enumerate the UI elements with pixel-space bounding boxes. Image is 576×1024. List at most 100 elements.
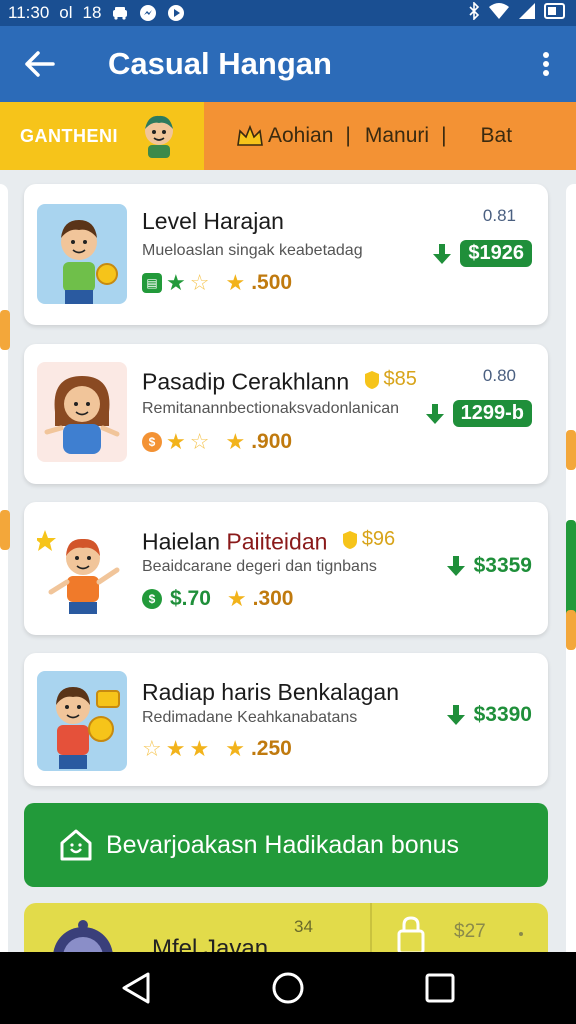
tab-primary-label: GANTHENI [20, 125, 118, 146]
page-title: Casual Hangan [108, 46, 332, 81]
home-circle-icon [272, 972, 304, 1004]
price-value: 1299-b [452, 400, 532, 427]
down-arrow-icon [446, 556, 465, 576]
rating-value: .250 [250, 737, 292, 760]
nav-home-button[interactable] [258, 958, 318, 1018]
card-subtitle: Mueloaslan singak keabetadag [142, 242, 363, 259]
calendar-icon: ▤ [142, 273, 162, 293]
recents-square-icon [425, 973, 455, 1003]
card-title: Pasadip Cerakhlann $85 [142, 368, 417, 396]
price-value: $3390 [473, 703, 532, 726]
badge-value: $.70 [170, 587, 211, 610]
star-outline-icon: ☆ [189, 429, 210, 454]
star-icon: ★ [189, 736, 210, 761]
tab-group: Aohian | Manuri | Bat [204, 102, 576, 170]
list-item[interactable]: Haielan Paiiteidan $96 Beaidcarane deger… [24, 502, 548, 635]
status-bar: 11:30 ol 18 [0, 0, 576, 26]
rating-value: .300 [252, 587, 294, 610]
card-title: Level Harajan [142, 208, 284, 234]
avatar [37, 671, 127, 771]
coin-tag: $85 [364, 368, 417, 391]
bonus-label: Bevarjoakasn Hadikadan bonus [106, 830, 460, 859]
card-value: 34 [294, 917, 313, 936]
star-icon: ★ [225, 429, 246, 454]
right-peek-accent [566, 610, 576, 650]
rating-value: .900 [251, 430, 293, 453]
signal-icon [518, 2, 536, 25]
app-bar: Casual Hangan [0, 26, 576, 102]
down-arrow-icon [433, 243, 452, 264]
price[interactable]: $1926 [432, 240, 532, 267]
star-icon: ★ [225, 736, 245, 761]
tab-manuri[interactable]: Manuri | [365, 124, 461, 148]
top-value: 0.81 [482, 206, 516, 225]
messenger-icon [139, 4, 157, 22]
list-item[interactable]: Mfel Javan 34 $27 [24, 903, 548, 952]
coin-value: $96 [361, 528, 396, 550]
dot-icon [519, 932, 523, 936]
list-item[interactable]: Radiap haris Benkalagan Redimadane Keahk… [24, 653, 548, 786]
star-outline-icon: ☆ [142, 736, 162, 761]
avatar [37, 362, 127, 462]
status-time: 11:30 [8, 3, 50, 22]
avatar [37, 204, 127, 304]
rating-row: ☆ ★ ★ ★ .250 [142, 737, 292, 761]
status-label-b: 18 [82, 3, 102, 22]
bluetooth-icon [468, 0, 480, 25]
right-peek-accent [566, 430, 576, 470]
list-item[interactable]: Level Harajan Mueloaslan singak keabetad… [24, 184, 548, 325]
status-left: 11:30 ol 18 [8, 3, 185, 23]
coin-icon: $ [142, 589, 162, 609]
down-arrow-icon [425, 403, 444, 424]
nav-recents-button[interactable] [410, 958, 470, 1018]
rating-row: ▤ ★ ☆ ★ .500 [142, 271, 292, 295]
rating-row: $ ★ ☆ ★ .900 [142, 430, 292, 454]
status-label-a: ol [59, 3, 73, 22]
more-vert-icon [543, 52, 549, 76]
avatar [53, 920, 113, 952]
card-subtitle: Remitanannbectionaksvadonlanican [142, 400, 400, 417]
nav-back-button[interactable] [106, 958, 166, 1018]
rating-value: .500 [251, 271, 293, 294]
card-subtitle: Redimadane Keahkanabatans [142, 709, 358, 726]
tab-aohian-label: Aohian [268, 124, 334, 147]
star-icon: ★ [166, 270, 186, 295]
left-peek-accent [0, 510, 10, 550]
lock-icon [397, 916, 425, 952]
more-options-button[interactable] [528, 26, 564, 102]
price[interactable]: $3359 [446, 554, 532, 578]
price[interactable]: $3390 [446, 703, 532, 727]
star-icon: ★ [226, 586, 247, 611]
battery-icon [544, 2, 566, 25]
tab-separator: | [345, 124, 351, 147]
content-list[interactable]: Level Harajan Mueloaslan singak keabetad… [0, 170, 576, 952]
tab-separator: | [441, 124, 447, 147]
system-nav-bar [0, 952, 576, 1024]
right-peek-accent [566, 520, 576, 620]
tab-bat-label: Bat [480, 124, 513, 147]
tab-aohian[interactable]: Aohian | [236, 124, 365, 148]
bonus-button[interactable]: Bevarjoakasn Hadikadan bonus [24, 803, 548, 887]
coin-icon: $ [142, 432, 162, 452]
star-icon: ★ [166, 429, 186, 454]
home-gift-icon [60, 829, 92, 861]
card-title: Haielan Paiiteidan $96 [142, 528, 395, 556]
shield-coin-icon [342, 530, 357, 549]
play-icon [167, 4, 185, 22]
rating-row: $ $.70 ★ .300 [142, 587, 293, 611]
back-triangle-icon [122, 972, 150, 1004]
tab-manuri-label: Manuri [364, 124, 430, 147]
status-right [468, 0, 566, 25]
character-icon [145, 115, 173, 158]
tab-bat[interactable]: Bat [481, 124, 513, 148]
tab-primary[interactable]: GANTHENI [0, 102, 204, 170]
list-item[interactable]: Pasadip Cerakhlann $85 Remitanannbection… [24, 344, 548, 484]
back-arrow-icon [25, 51, 55, 77]
card-title: Mfel Javan [152, 935, 269, 952]
star-outline-icon: ☆ [189, 270, 210, 295]
tab-bar: GANTHENI Aohian | Manuri | Bat [0, 102, 576, 170]
price[interactable]: 1299-b [425, 400, 532, 427]
top-value: 0.80 [482, 366, 516, 385]
crown-icon [237, 125, 263, 146]
back-button[interactable] [0, 26, 80, 102]
